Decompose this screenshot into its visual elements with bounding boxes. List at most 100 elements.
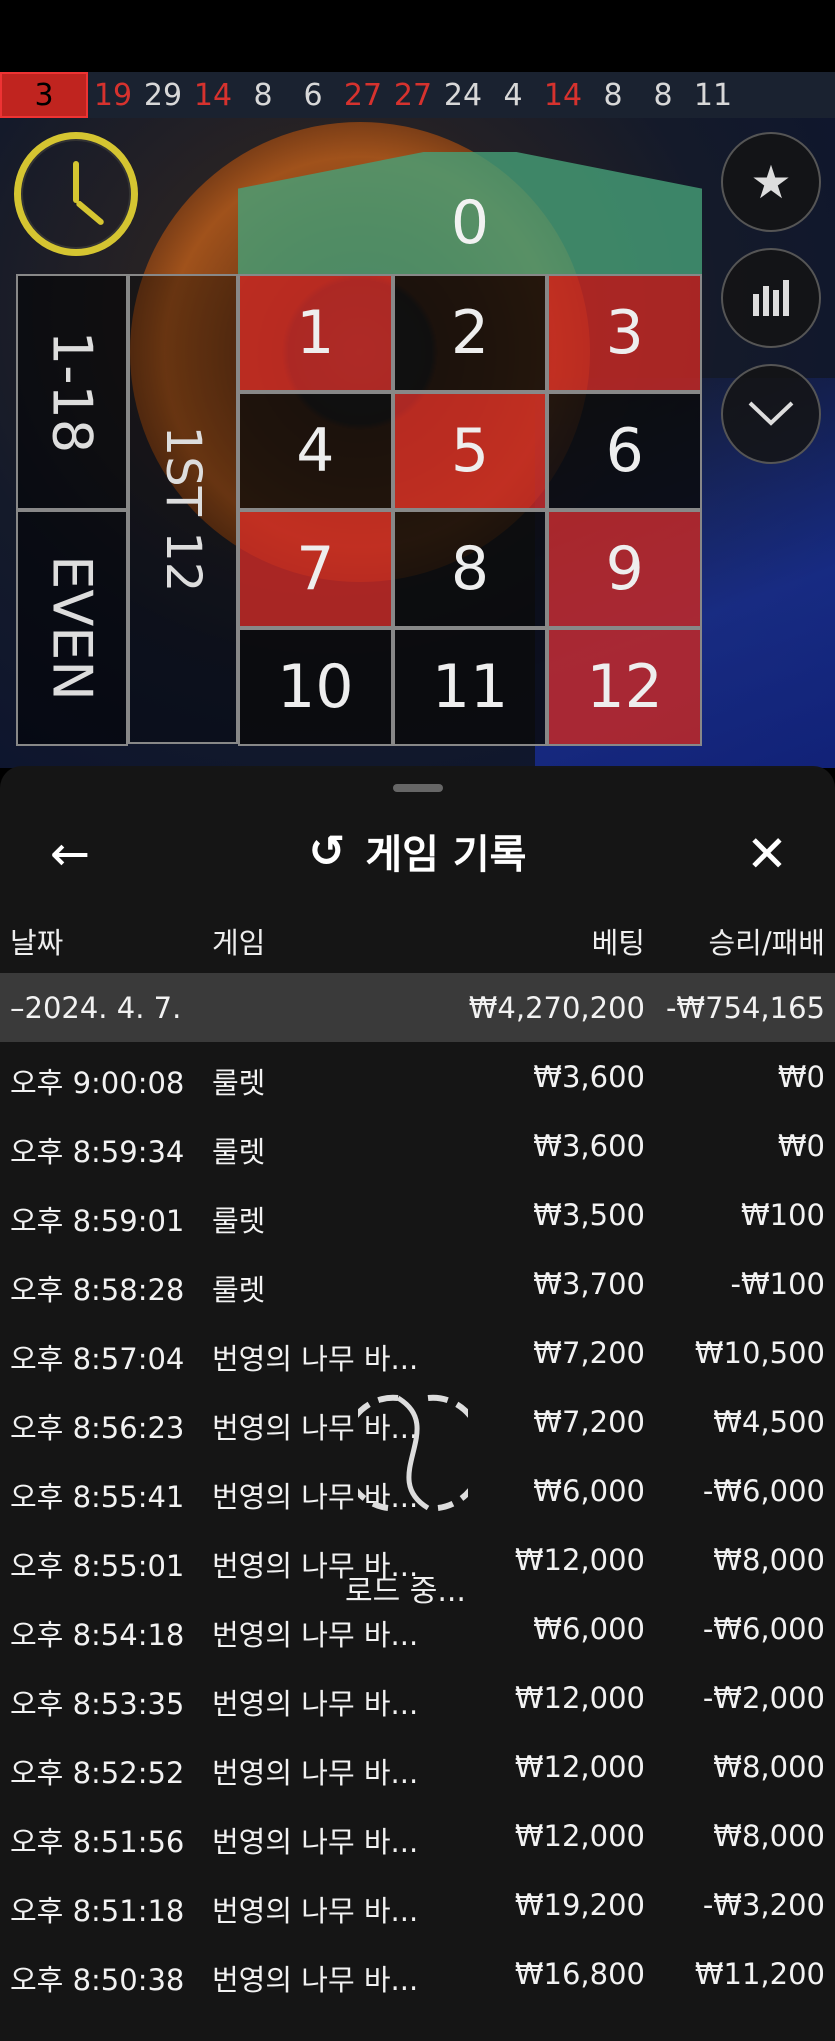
- row-result: -₩6,000: [702, 1612, 825, 1646]
- row-bet: ₩3,500: [533, 1198, 645, 1232]
- history-row[interactable]: 오후 8:51:56 번영의 나무 바... ₩12,000 ₩8,000: [0, 1801, 835, 1870]
- statistics-button[interactable]: [721, 248, 821, 348]
- history-row[interactable]: 오후 8:59:01 룰렛 ₩3,500 ₩100: [0, 1180, 835, 1249]
- number-cell-4[interactable]: 4: [238, 392, 393, 510]
- row-result: -₩3,200: [702, 1888, 825, 1922]
- bet-even-label: EVEN: [40, 555, 104, 701]
- row-game: 번영의 나무 바...: [212, 1687, 419, 1721]
- status-bar: [0, 0, 835, 72]
- summary-date: –2024. 4. 7.: [10, 991, 182, 1025]
- history-number: 4: [503, 77, 523, 113]
- history-row[interactable]: 오후 8:57:04 번영의 나무 바... ₩7,200 ₩10,500: [0, 1318, 835, 1387]
- row-time: 오후 8:51:56: [10, 1825, 185, 1859]
- row-bet: ₩3,600: [533, 1129, 645, 1163]
- bet-first-dozen-label: 1ST 12: [155, 425, 211, 593]
- history-row[interactable]: 오후 9:00:08 룰렛 ₩3,600 ₩0: [0, 1042, 835, 1111]
- row-time: 오후 8:57:04: [10, 1342, 185, 1376]
- number-cell-11[interactable]: 11: [392, 628, 548, 746]
- panel-title-text: 게임 기록: [365, 832, 527, 878]
- history-number: 8: [603, 77, 623, 113]
- row-result: -₩2,000: [702, 1681, 825, 1715]
- number-cell-2[interactable]: 2: [392, 274, 548, 392]
- row-game: 룰렛: [212, 1273, 266, 1307]
- row-bet: ₩16,800: [514, 1957, 645, 1991]
- drag-handle[interactable]: [393, 784, 443, 792]
- row-time: 오후 8:59:34: [10, 1135, 185, 1169]
- row-time: 오후 8:56:23: [10, 1411, 185, 1445]
- close-button[interactable]: ✕: [737, 824, 797, 884]
- loading-text: 로드 중...: [345, 1574, 466, 1609]
- bar-chart-icon: [753, 280, 789, 316]
- row-result: ₩4,500: [713, 1405, 825, 1439]
- history-number: 27: [343, 77, 383, 113]
- number-cell-10[interactable]: 10: [238, 628, 393, 746]
- results-history-strip: 3 19 29 14 8 6 27 27 24 4 14 8 8 11: [0, 72, 835, 118]
- collapse-button[interactable]: [721, 364, 821, 464]
- row-bet: ₩12,000: [514, 1819, 645, 1853]
- row-bet: ₩7,200: [533, 1405, 645, 1439]
- history-row[interactable]: 오후 8:59:34 룰렛 ₩3,600 ₩0: [0, 1111, 835, 1180]
- row-result: -₩100: [730, 1267, 826, 1301]
- number-cell-7[interactable]: 7: [238, 510, 393, 628]
- row-result: ₩8,000: [713, 1543, 825, 1577]
- arrow-left-icon: ←: [49, 826, 91, 882]
- row-game: 룰렛: [212, 1204, 266, 1238]
- row-time: 오후 8:50:38: [10, 1963, 185, 1997]
- history-number: 6: [303, 77, 323, 113]
- row-game: 번영의 나무 바...: [212, 1825, 419, 1859]
- history-icon: ↺: [308, 825, 346, 877]
- number-cell-3[interactable]: 3: [547, 274, 702, 392]
- row-result: -₩6,000: [702, 1474, 825, 1508]
- column-headers: 날짜 게임 베팅 승리/패배: [0, 906, 835, 966]
- number-cell-1[interactable]: 1: [238, 274, 393, 392]
- bet-1-18[interactable]: 1-18: [16, 274, 128, 510]
- row-game: 번영의 나무 바...: [212, 1342, 419, 1376]
- history-number: 24: [443, 77, 483, 113]
- clock-icon: [14, 132, 138, 256]
- history-row[interactable]: 오후 8:58:28 룰렛 ₩3,700 -₩100: [0, 1249, 835, 1318]
- row-result: ₩100: [740, 1198, 825, 1232]
- row-bet: ₩12,000: [514, 1681, 645, 1715]
- number-cell-8[interactable]: 8: [392, 510, 548, 628]
- row-bet: ₩3,700: [533, 1267, 645, 1301]
- row-bet: ₩12,000: [514, 1750, 645, 1784]
- history-number: 11: [693, 77, 733, 113]
- history-number: 8: [253, 77, 273, 113]
- history-number: 3: [0, 72, 88, 118]
- favorites-button[interactable]: ★: [721, 132, 821, 232]
- loading-spinner-icon: [358, 1394, 468, 1511]
- row-time: 오후 8:54:18: [10, 1618, 185, 1652]
- row-time: 오후 8:59:01: [10, 1204, 185, 1238]
- history-number: 29: [143, 77, 183, 113]
- header-result: 승리/패배: [708, 926, 826, 960]
- history-row[interactable]: 오후 8:53:35 번영의 나무 바... ₩12,000 -₩2,000: [0, 1663, 835, 1732]
- history-number: 14: [543, 77, 583, 113]
- number-cell-12[interactable]: 12: [547, 628, 702, 746]
- number-grid: 1 2 3 4 5 6 7 8 9 10 11 12: [238, 274, 702, 746]
- header-date: 날짜: [10, 926, 64, 960]
- history-row[interactable]: 오후 8:51:18 번영의 나무 바... ₩19,200 -₩3,200: [0, 1870, 835, 1939]
- row-result: ₩0: [777, 1129, 825, 1163]
- history-row[interactable]: 오후 8:52:52 번영의 나무 바... ₩12,000 ₩8,000: [0, 1732, 835, 1801]
- row-game: 번영의 나무 바...: [212, 1894, 419, 1928]
- row-bet: ₩7,200: [533, 1336, 645, 1370]
- number-cell-5[interactable]: 5: [392, 392, 548, 510]
- row-time: 오후 8:55:41: [10, 1480, 185, 1514]
- row-result: ₩8,000: [713, 1750, 825, 1784]
- history-number: 27: [393, 77, 433, 113]
- number-cell-9[interactable]: 9: [547, 510, 702, 628]
- close-icon: ✕: [746, 825, 788, 883]
- row-result: ₩0: [777, 1060, 825, 1094]
- history-number: 8: [653, 77, 673, 113]
- bet-first-dozen[interactable]: 1ST 12: [128, 274, 238, 744]
- row-result: ₩10,500: [694, 1336, 825, 1370]
- row-game: 번영의 나무 바...: [212, 1963, 419, 1997]
- number-cell-6[interactable]: 6: [547, 392, 702, 510]
- history-row[interactable]: 오후 8:50:38 번영의 나무 바... ₩16,800 ₩11,200: [0, 1939, 835, 2008]
- panel-header: ← ↺ 게임 기록 ✕: [0, 806, 835, 896]
- bet-even[interactable]: EVEN: [16, 510, 128, 746]
- row-bet: ₩6,000: [533, 1612, 645, 1646]
- row-bet: ₩6,000: [533, 1474, 645, 1508]
- date-summary-row[interactable]: –2024. 4. 7. ₩4,270,200 -₩754,165: [0, 973, 835, 1042]
- back-button[interactable]: ←: [40, 824, 100, 884]
